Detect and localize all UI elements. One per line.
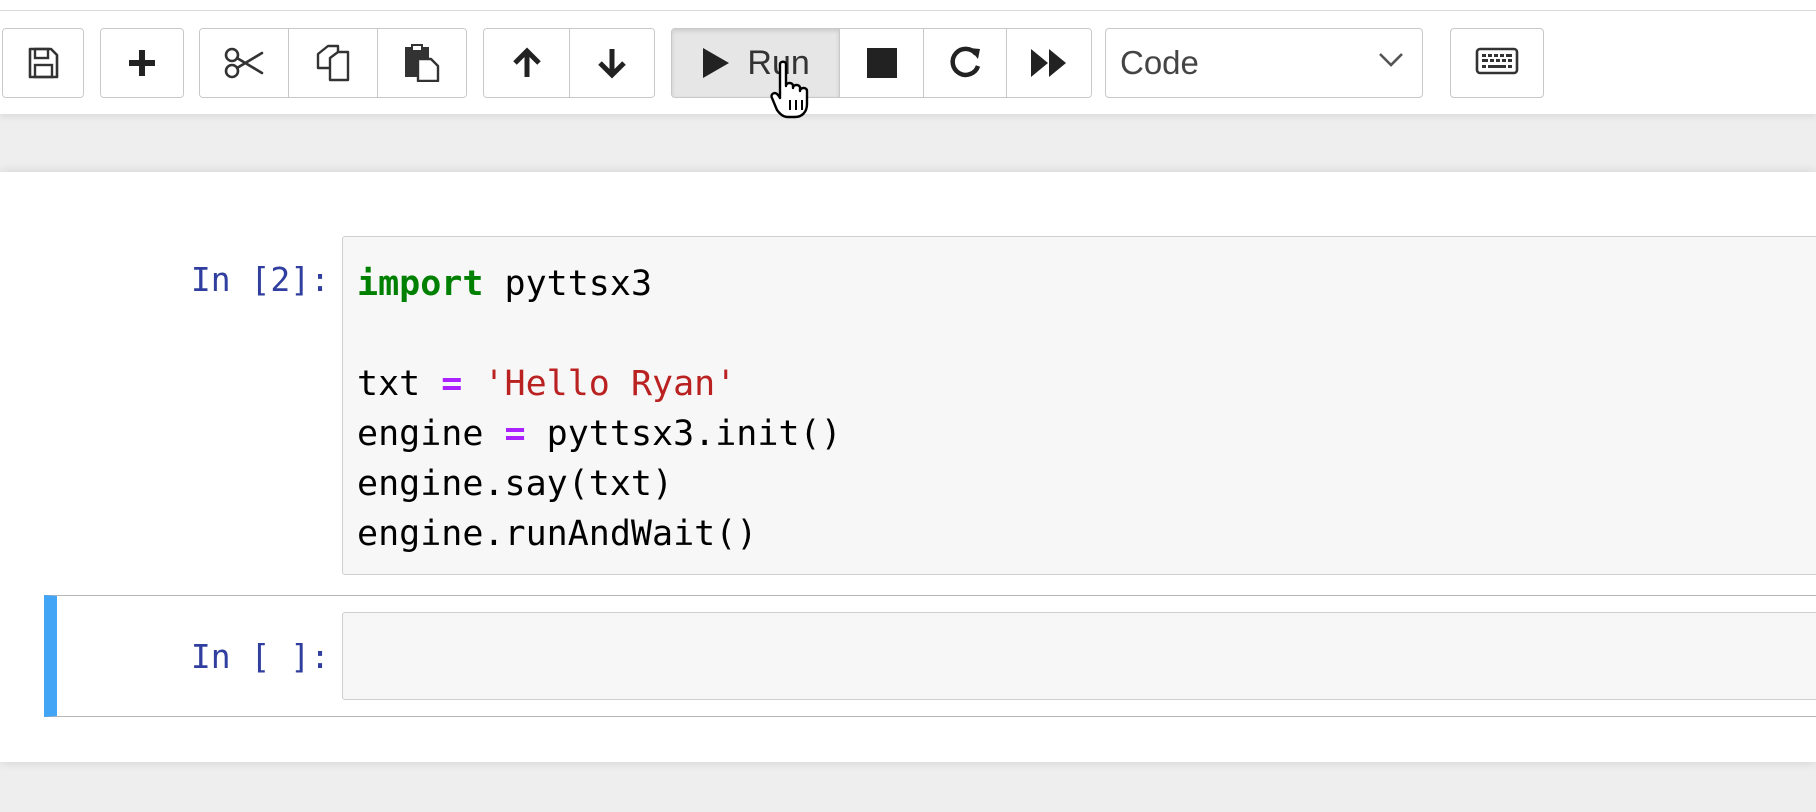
restart-kernel-button[interactable]	[923, 29, 1008, 97]
cell-1-prompt: In [2]:	[190, 260, 330, 299]
run-button-label: Run	[747, 43, 810, 82]
fast-forward-icon	[1030, 47, 1068, 79]
command-palette-button[interactable]	[1450, 28, 1544, 98]
play-icon	[701, 46, 731, 80]
paste-icon	[403, 44, 441, 82]
clipboard-group	[199, 28, 467, 98]
insert-cell-button[interactable]	[101, 29, 183, 97]
save-button[interactable]	[3, 29, 83, 97]
code-token: pyttsx3	[483, 264, 653, 304]
restart-icon	[947, 45, 983, 81]
code-line-1: import pyttsx3	[357, 259, 842, 309]
run-all-button[interactable]	[1007, 29, 1091, 97]
toolbar: Run Code	[0, 0, 1816, 119]
code-token: pyttsx3.init()	[525, 414, 842, 454]
assign-operator: =	[504, 414, 526, 454]
cell-1-code-editor[interactable]: import pyttsx3 txt = 'Hello Ryan' engine =…	[342, 236, 1816, 575]
string-literal: 'Hello Ryan'	[483, 364, 737, 404]
import-keyword: import	[357, 264, 484, 304]
notebook-container: In [2]: import pyttsx3 txt = 'Hello Ryan'…	[0, 172, 1816, 762]
interrupt-kernel-button[interactable]	[840, 29, 924, 97]
jupyter-notebook-window: Run Code In [2]: import pyttsx3 txt = 'H…	[0, 0, 1816, 812]
code-line-3: txt = 'Hello Ryan'	[357, 359, 842, 409]
run-button[interactable]: Run	[672, 29, 841, 97]
menubar-edge	[0, 0, 1816, 11]
move-down-button[interactable]	[570, 29, 654, 97]
stop-icon	[866, 47, 898, 79]
cut-button[interactable]	[200, 29, 289, 97]
code-token: txt	[357, 364, 442, 404]
code-line-4: engine = pyttsx3.init()	[357, 409, 842, 459]
cell-type-selected-value: Code	[1120, 44, 1199, 81]
code-token: engine	[357, 414, 505, 454]
code-line-5: engine.say(txt)	[357, 464, 674, 504]
save-group	[2, 28, 84, 98]
chevron-down-icon	[1378, 51, 1404, 74]
move-up-button[interactable]	[484, 29, 570, 97]
plus-icon	[126, 47, 158, 79]
code-line-6: engine.runAndWait()	[357, 514, 758, 554]
assign-operator: =	[441, 364, 463, 404]
paste-button[interactable]	[378, 29, 466, 97]
cell-2-code-editor[interactable]	[342, 612, 1816, 700]
insert-group	[100, 28, 184, 98]
copy-icon	[314, 44, 352, 82]
run-group: Run	[671, 28, 1092, 98]
arrow-up-icon	[510, 46, 544, 80]
scissors-icon	[224, 47, 264, 79]
cell-type-dropdown[interactable]: Code	[1105, 28, 1423, 98]
cell-1-code: import pyttsx3 txt = 'Hello Ryan' engine =…	[357, 259, 842, 559]
cell-2-prompt: In [ ]:	[190, 637, 330, 676]
keyboard-icon	[1475, 47, 1519, 80]
move-group	[483, 28, 655, 98]
arrow-down-icon	[595, 46, 629, 80]
save-icon	[26, 46, 60, 80]
copy-button[interactable]	[289, 29, 378, 97]
